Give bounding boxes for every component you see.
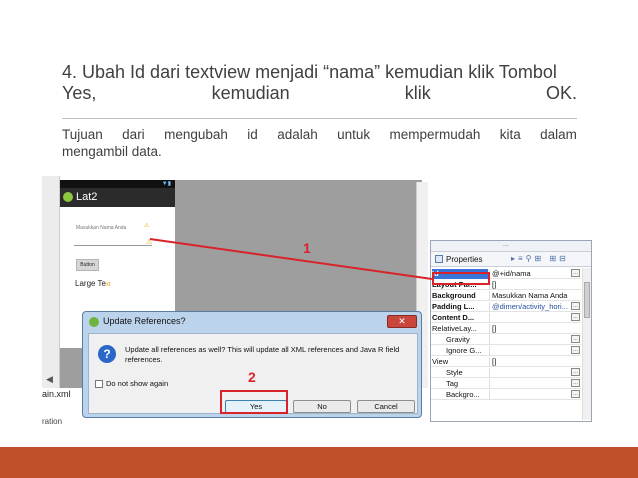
annotation-number-1: 1	[303, 240, 311, 256]
annotation-number-2: 2	[248, 369, 256, 385]
annotation-line	[149, 238, 433, 280]
annotation-arrow	[149, 238, 433, 280]
slide-footer-bar	[0, 447, 638, 478]
id-row-highlight	[432, 272, 490, 285]
yes-button-highlight	[220, 390, 288, 414]
